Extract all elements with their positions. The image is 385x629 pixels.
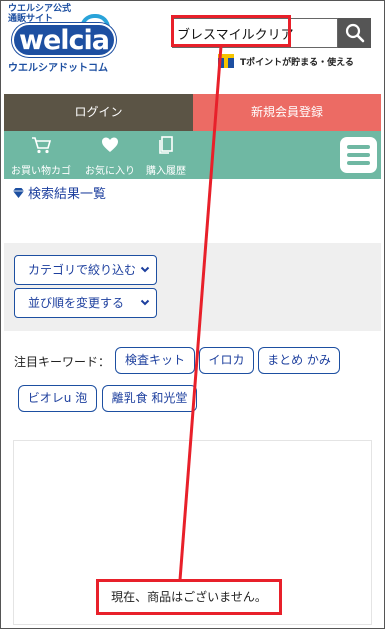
menu-button[interactable] (340, 137, 377, 173)
empty-results-message: 現在、商品はございません。 (96, 579, 282, 615)
nav-bar: お買い物カゴ お気に入り 購入履歴 (4, 131, 381, 179)
nav-item-history[interactable]: 購入履歴 (142, 135, 190, 177)
nav-item-label: お気に入り (85, 166, 135, 177)
auth-bar: ログイン 新規会員登録 (4, 94, 381, 131)
tpoint-text: Tポイントが貯まる・使える (240, 57, 354, 68)
nav-item-cart[interactable]: お買い物カゴ (8, 135, 74, 177)
nav-item-label: 購入履歴 (146, 166, 186, 177)
breadcrumb-link[interactable]: 検索結果一覧 (28, 183, 106, 202)
nav-item-favorites[interactable]: お気に入り (82, 135, 138, 177)
register-button[interactable]: 新規会員登録 (193, 94, 381, 131)
diamond-icon (13, 187, 24, 198)
logo-caption: ウエルシア公式 通販サイト (8, 4, 72, 24)
tpoint-notice: Tポイントが貯まる・使える (218, 53, 354, 69)
sort-select[interactable]: 並び順を変更する (14, 288, 157, 318)
logo-subtitle: ウエルシアドットコム (8, 63, 108, 74)
login-button[interactable]: ログイン (4, 94, 193, 131)
heart-icon (102, 137, 118, 152)
chevron-down-icon (140, 266, 150, 273)
history-icon (159, 136, 173, 154)
keyword-chip[interactable]: 検査キット (115, 347, 195, 374)
menu-line (347, 161, 370, 165)
keyword-chip[interactable]: ビオレu 泡 (18, 385, 97, 412)
logo-wordmark: welcia (12, 23, 116, 57)
search-button[interactable] (338, 18, 371, 48)
welcia-logo[interactable]: ウエルシア公式 通販サイト welcia ウエルシアドットコム (8, 4, 120, 74)
chevron-down-icon (140, 299, 150, 306)
tpoint-icon (218, 54, 234, 68)
filter-panel: カテゴリで絞り込む 並び順を変更する (4, 243, 381, 331)
keyword-chip[interactable]: イロカ (199, 347, 254, 374)
category-filter-label: カテゴリで絞り込む (28, 263, 137, 277)
keyword-chip[interactable]: 離乳食 和光堂 (102, 385, 197, 412)
breadcrumb: 検索結果一覧 (12, 183, 106, 202)
keywords-label: 注目キーワード： (14, 355, 111, 369)
annotation-highlight-box (171, 15, 291, 47)
sort-label: 並び順を変更する (28, 296, 125, 310)
menu-line (347, 145, 370, 149)
menu-line (347, 153, 370, 157)
keyword-chip[interactable]: まとめ かみ (258, 347, 340, 374)
category-filter-select[interactable]: カテゴリで絞り込む (14, 255, 157, 285)
nav-item-label: お買い物カゴ (11, 166, 71, 177)
search-icon (345, 23, 365, 43)
cart-icon (32, 137, 52, 154)
